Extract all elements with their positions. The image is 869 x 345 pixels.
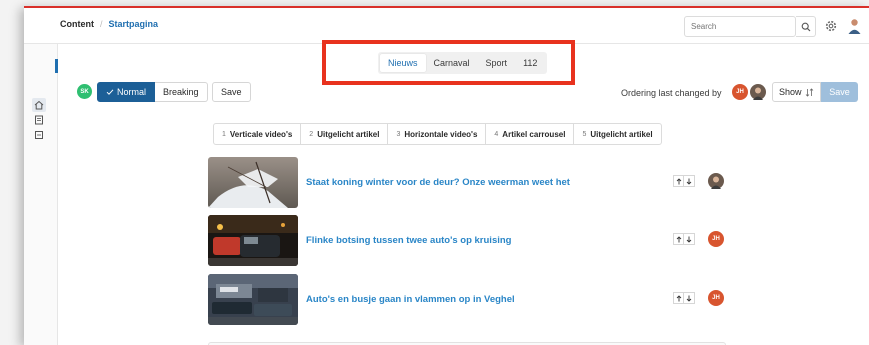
- show-label: Show: [779, 87, 802, 97]
- sidebar-item-news[interactable]: [32, 113, 46, 127]
- sidebar-item-media[interactable]: [32, 128, 46, 142]
- section-tabs: 1 Verticale video's 2 Uitgelicht artikel…: [213, 123, 662, 145]
- article-thumbnail: [208, 274, 298, 325]
- article-title[interactable]: Auto's en busje gaan in vlammen op in Ve…: [306, 294, 515, 305]
- search-button[interactable]: [796, 16, 816, 37]
- section-number: 2: [309, 130, 314, 138]
- move-up-button[interactable]: [673, 233, 684, 245]
- list-item[interactable]: Staat koning winter voor de deur? Onze w…: [208, 157, 728, 209]
- list-item[interactable]: Flinke botsing tussen twee auto's op kru…: [208, 215, 728, 267]
- checkmark-icon: [106, 89, 114, 95]
- avatar: JH: [708, 231, 724, 247]
- show-sort-button[interactable]: Show: [772, 82, 821, 102]
- section-tab-4[interactable]: 4 Artikel carrousel: [485, 124, 573, 144]
- sort-icon: [805, 87, 813, 97]
- mode-normal-label: Normal: [117, 87, 147, 97]
- save-button[interactable]: Save: [212, 82, 251, 102]
- arrow-up-icon: [676, 235, 681, 242]
- article-title[interactable]: Staat koning winter voor de deur? Onze w…: [306, 177, 570, 188]
- list-item[interactable]: Auto's en busje gaan in vlammen op in Ve…: [208, 274, 728, 326]
- section-tab-1[interactable]: 1 Verticale video's: [214, 124, 300, 144]
- search-input[interactable]: [684, 16, 796, 37]
- avatar: [708, 173, 724, 189]
- media-icon: [35, 131, 43, 139]
- reorder-controls: [673, 292, 695, 304]
- arrow-down-icon: [686, 178, 692, 185]
- section-number: 5: [582, 130, 587, 138]
- section-number: 1: [222, 130, 226, 138]
- user-avatar[interactable]: [846, 17, 863, 34]
- home-icon: [34, 100, 44, 110]
- avatar: JH: [732, 84, 748, 100]
- avatar: [750, 84, 766, 100]
- move-down-button[interactable]: [684, 233, 695, 245]
- save-order-button[interactable]: Save: [821, 82, 858, 102]
- section-number: 3: [396, 130, 401, 138]
- section-label: Horizontale video's: [404, 129, 478, 139]
- breadcrumb-content[interactable]: Content: [60, 19, 94, 29]
- search-icon: [801, 22, 810, 31]
- arrow-up-icon: [676, 294, 681, 301]
- arrow-down-icon: [686, 236, 692, 243]
- section-label: Uitgelicht artikel: [590, 129, 653, 139]
- sidebar-item-home[interactable]: [32, 98, 46, 112]
- breadcrumb: Content / Startpagina: [60, 19, 158, 29]
- tab-sport[interactable]: Sport: [478, 54, 516, 72]
- section-tab-3[interactable]: 3 Horizontale video's: [387, 124, 485, 144]
- sidebar-active-indicator: [55, 59, 58, 73]
- gear-icon[interactable]: [824, 19, 838, 33]
- section-label: Verticale video's: [229, 129, 293, 139]
- section-tab-2[interactable]: 2 Uitgelicht artikel: [300, 124, 387, 144]
- channel-tabs: Nieuws Carnaval Sport 112: [378, 52, 548, 74]
- section-label: Artikel carrousel: [502, 129, 566, 139]
- reorder-controls: [673, 175, 695, 187]
- reorder-controls: [673, 233, 695, 245]
- article-title[interactable]: Flinke botsing tussen twee auto's op kru…: [306, 235, 511, 246]
- tab-112[interactable]: 112: [515, 54, 545, 72]
- top-bar: Content / Startpagina: [24, 8, 869, 44]
- mode-normal-button[interactable]: Normal: [97, 82, 156, 102]
- move-down-button[interactable]: [684, 292, 695, 304]
- move-down-button[interactable]: [684, 175, 695, 187]
- move-up-button[interactable]: [673, 175, 684, 187]
- app-window: Content / Startpagina Search Nieuws Carn…: [24, 6, 869, 345]
- sidebar: [24, 44, 58, 345]
- mode-breaking-button[interactable]: Breaking: [155, 82, 208, 102]
- arrow-up-icon: [676, 177, 681, 184]
- move-up-button[interactable]: [673, 292, 684, 304]
- avatar: SK: [77, 84, 92, 99]
- breadcrumb-separator: /: [100, 19, 103, 29]
- section-tab-5[interactable]: 5 Uitgelicht artikel: [573, 124, 660, 144]
- news-icon: [35, 115, 43, 125]
- breadcrumb-current[interactable]: Startpagina: [109, 19, 159, 29]
- mode-toggle: Normal Breaking: [97, 82, 208, 102]
- article-thumbnail: [208, 157, 298, 208]
- tab-carnaval[interactable]: Carnaval: [426, 54, 478, 72]
- avatar: JH: [708, 290, 724, 306]
- section-label: Uitgelicht artikel: [317, 129, 380, 139]
- ordering-info: Ordering last changed by: [621, 88, 722, 98]
- article-thumbnail: [208, 215, 298, 266]
- tab-nieuws[interactable]: Nieuws: [380, 54, 426, 72]
- arrow-down-icon: [686, 295, 692, 302]
- section-number: 4: [494, 130, 499, 138]
